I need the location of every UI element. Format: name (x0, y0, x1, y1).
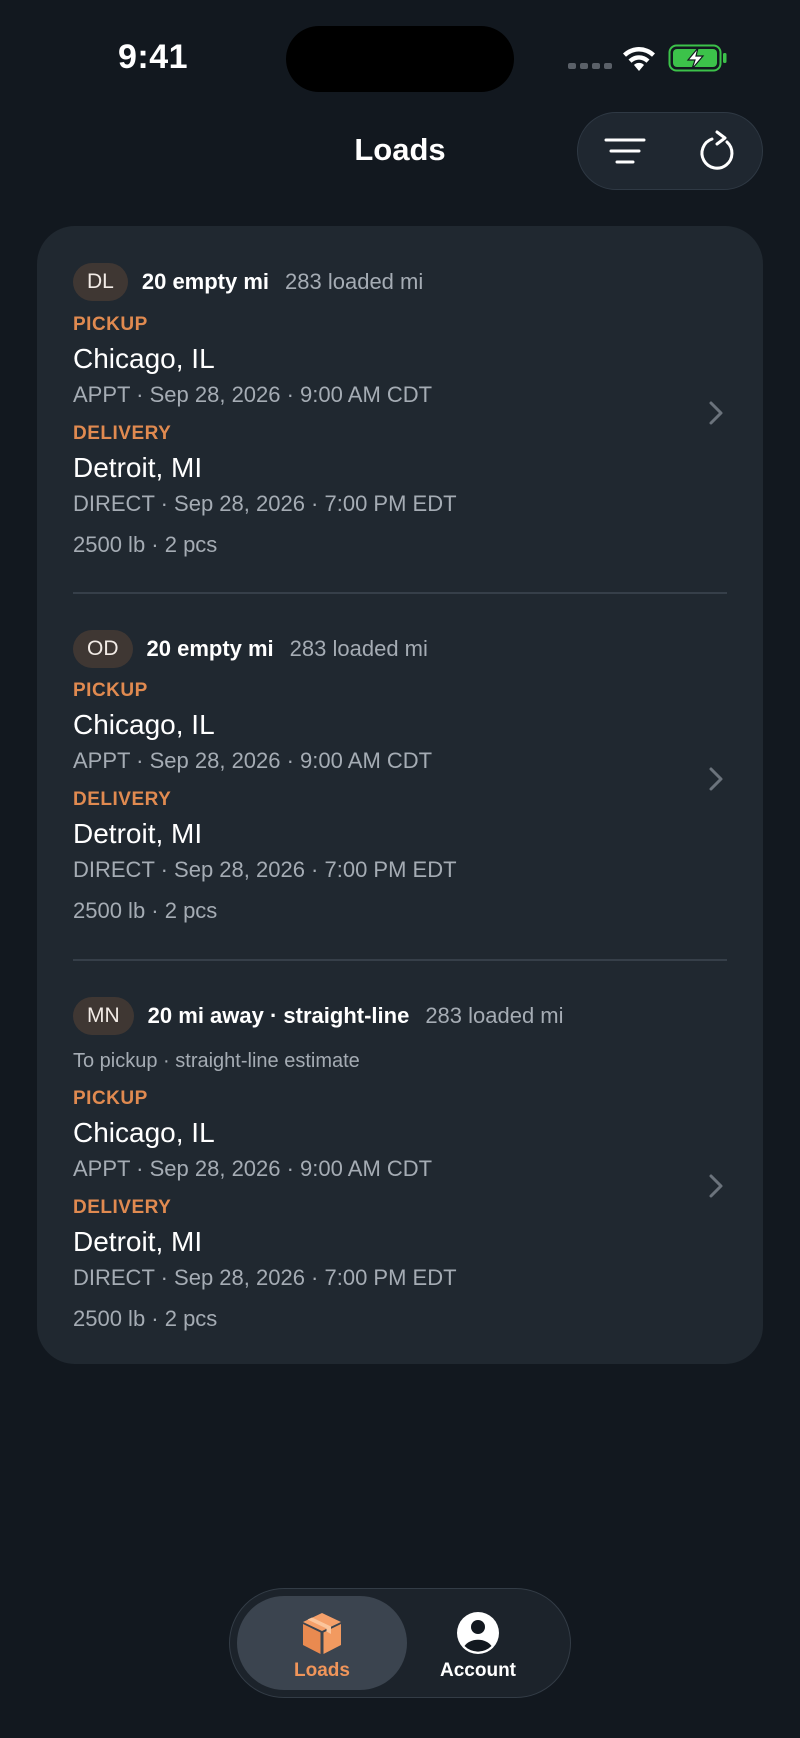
load-meta: MN 20 mi away · straight-line 283 loaded… (73, 997, 564, 1035)
load-badge: DL (73, 263, 128, 301)
delivery-label: DELIVERY (73, 423, 172, 444)
tab-label: Account (440, 1660, 516, 1681)
tab-loads[interactable]: Loads (237, 1596, 407, 1690)
header-actions (577, 112, 763, 190)
chevron-right-icon (709, 767, 723, 791)
delivery-label: DELIVERY (73, 789, 172, 810)
delivery-detail: DIRECT · Sep 28, 2026 · 7:00 PM EDT (73, 491, 457, 516)
chevron-right-icon (709, 1174, 723, 1198)
delivery-detail: DIRECT · Sep 28, 2026 · 7:00 PM EDT (73, 1265, 457, 1290)
distance-note: To pickup · straight-line estimate (73, 1050, 360, 1072)
pickup-city: Chicago, IL (73, 343, 215, 374)
pickup-city: Chicago, IL (73, 709, 215, 740)
distance-away: 20 mi away · straight-line (147, 1003, 410, 1028)
pickup-label: PICKUP (73, 680, 148, 701)
load-item[interactable]: OD 20 empty mi 283 loaded mi PICKUP Chic… (37, 593, 763, 959)
load-item[interactable]: MN 20 mi away · straight-line 283 loaded… (37, 960, 763, 1364)
load-weight: 2500 lb · 2 pcs (73, 1306, 218, 1331)
empty-miles: 20 empty mi (141, 269, 270, 294)
package-icon (303, 1613, 341, 1654)
delivery-city: Detroit, MI (73, 1226, 203, 1257)
loaded-miles: 283 loaded mi (289, 636, 428, 661)
load-weight: 2500 lb · 2 pcs (73, 898, 218, 923)
cellular-signal-icon (568, 63, 612, 69)
account-icon (457, 1612, 499, 1654)
load-meta: DL 20 empty mi 283 loaded mi (73, 263, 423, 301)
chevron-right-icon (709, 401, 723, 425)
empty-miles: 20 empty mi (146, 636, 274, 661)
dynamic-island (286, 26, 514, 92)
tab-bar: Loads Account (229, 1588, 571, 1698)
status-bar: 9:41 (0, 0, 800, 120)
load-meta: OD 20 empty mi 283 loaded mi (73, 630, 428, 668)
load-item[interactable]: DL 20 empty mi 283 loaded mi PICKUP Chic… (37, 226, 763, 592)
wifi-icon (623, 47, 655, 71)
delivery-detail: DIRECT · Sep 28, 2026 · 7:00 PM EDT (73, 857, 457, 882)
refresh-icon (699, 130, 733, 170)
load-weight: 2500 lb · 2 pcs (73, 532, 218, 557)
pickup-label: PICKUP (73, 1088, 148, 1109)
loads-list: DL 20 empty mi 283 loaded mi PICKUP Chic… (37, 226, 763, 1364)
load-badge: MN (73, 997, 134, 1035)
status-time: 9:41 (118, 38, 189, 76)
pickup-label: PICKUP (73, 314, 148, 335)
delivery-city: Detroit, MI (73, 452, 203, 483)
pickup-detail: APPT · Sep 28, 2026 · 9:00 AM CDT (73, 1156, 433, 1181)
tab-account[interactable]: Account (393, 1596, 563, 1690)
delivery-label: DELIVERY (73, 1197, 172, 1218)
loaded-miles: 283 loaded mi (285, 269, 424, 294)
load-badge: OD (73, 630, 133, 668)
refresh-button[interactable] (671, 113, 764, 188)
tab-label: Loads (294, 1660, 350, 1681)
delivery-city: Detroit, MI (73, 818, 203, 849)
battery-icon (668, 44, 727, 72)
filter-icon (604, 138, 645, 163)
pickup-detail: APPT · Sep 28, 2026 · 9:00 AM CDT (73, 748, 433, 773)
filter-button[interactable] (578, 113, 671, 188)
pickup-detail: APPT · Sep 28, 2026 · 9:00 AM CDT (73, 382, 433, 407)
pickup-city: Chicago, IL (73, 1117, 215, 1148)
loaded-miles: 283 loaded mi (425, 1003, 564, 1028)
